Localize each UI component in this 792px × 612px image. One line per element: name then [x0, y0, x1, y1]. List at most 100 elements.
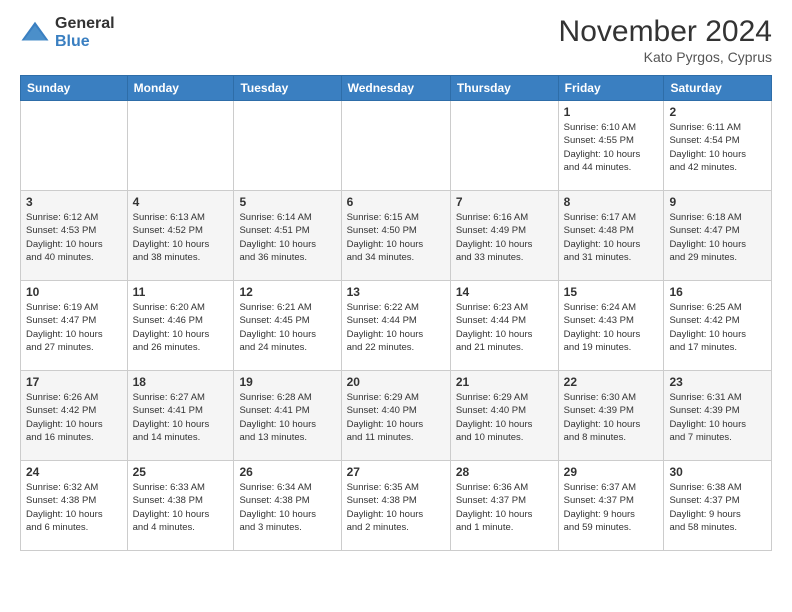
calendar-cell: 22Sunrise: 6:30 AM Sunset: 4:39 PM Dayli…	[558, 371, 664, 461]
day-number: 4	[133, 195, 229, 209]
calendar-cell: 27 Sunrise: 6:35 AM Sunset: 4:38 PM Dayli…	[341, 461, 450, 551]
calendar-cell: 1Sunrise: 6:10 AM Sunset: 4:55 PM Daylig…	[558, 101, 664, 191]
weekday-header: Tuesday	[234, 76, 341, 101]
day-number: 14	[456, 285, 553, 299]
day-number: 17	[26, 375, 122, 389]
day-info: Sunrise: 6:15 AM Sunset: 4:50 PM Dayligh…	[347, 211, 445, 264]
day-info: Sunrise: 6:10 AM Sunset: 4:55 PM Dayligh…	[564, 121, 659, 174]
weekday-header: Thursday	[450, 76, 558, 101]
calendar-cell: 30Sunrise: 6:38 AM Sunset: 4:37 PM Dayli…	[664, 461, 772, 551]
day-info: Sunrise: 6:17 AM Sunset: 4:48 PM Dayligh…	[564, 211, 659, 264]
calendar-wrapper: SundayMondayTuesdayWednesdayThursdayFrid…	[0, 75, 792, 561]
calendar-cell: 16Sunrise: 6:25 AM Sunset: 4:42 PM Dayli…	[664, 281, 772, 371]
calendar-cell: 25 Sunrise: 6:33 AM Sunset: 4:38 PM Dayli…	[127, 461, 234, 551]
calendar-cell: 11 Sunrise: 6:20 AM Sunset: 4:46 PM Dayli…	[127, 281, 234, 371]
calendar-cell: 26Sunrise: 6:34 AM Sunset: 4:38 PM Dayli…	[234, 461, 341, 551]
day-number: 11	[133, 285, 229, 299]
day-number: 21	[456, 375, 553, 389]
day-info: Sunrise: 6:29 AM Sunset: 4:40 PM Dayligh…	[347, 391, 445, 444]
calendar-week-row: 17 Sunrise: 6:26 AM Sunset: 4:42 PM Dayli…	[21, 371, 772, 461]
day-info: Sunrise: 6:29 AM Sunset: 4:40 PM Dayligh…	[456, 391, 553, 444]
day-info: Sunrise: 6:27 AM Sunset: 4:41 PM Dayligh…	[133, 391, 229, 444]
calendar-cell: 8 Sunrise: 6:17 AM Sunset: 4:48 PM Daylig…	[558, 191, 664, 281]
day-number: 25	[133, 465, 229, 479]
calendar-table: SundayMondayTuesdayWednesdayThursdayFrid…	[20, 75, 772, 551]
day-info: Sunrise: 6:18 AM Sunset: 4:47 PM Dayligh…	[669, 211, 766, 264]
calendar-cell: 9 Sunrise: 6:18 AM Sunset: 4:47 PM Daylig…	[664, 191, 772, 281]
day-number: 5	[239, 195, 335, 209]
day-info: Sunrise: 6:24 AM Sunset: 4:43 PM Dayligh…	[564, 301, 659, 354]
day-number: 20	[347, 375, 445, 389]
calendar-cell: 5Sunrise: 6:14 AM Sunset: 4:51 PM Daylig…	[234, 191, 341, 281]
calendar-cell	[450, 101, 558, 191]
weekday-header: Wednesday	[341, 76, 450, 101]
day-info: Sunrise: 6:22 AM Sunset: 4:44 PM Dayligh…	[347, 301, 445, 354]
day-info: Sunrise: 6:33 AM Sunset: 4:38 PM Dayligh…	[133, 481, 229, 534]
title-block: November 2024 Kato Pyrgos, Cyprus	[559, 15, 772, 65]
calendar-cell: 23Sunrise: 6:31 AM Sunset: 4:39 PM Dayli…	[664, 371, 772, 461]
day-number: 30	[669, 465, 766, 479]
calendar-week-row: 1Sunrise: 6:10 AM Sunset: 4:55 PM Daylig…	[21, 101, 772, 191]
day-info: Sunrise: 6:26 AM Sunset: 4:42 PM Dayligh…	[26, 391, 122, 444]
calendar-cell: 21 Sunrise: 6:29 AM Sunset: 4:40 PM Dayli…	[450, 371, 558, 461]
weekday-header: Sunday	[21, 76, 128, 101]
day-number: 9	[669, 195, 766, 209]
day-info: Sunrise: 6:28 AM Sunset: 4:41 PM Dayligh…	[239, 391, 335, 444]
calendar-cell: 18 Sunrise: 6:27 AM Sunset: 4:41 PM Dayli…	[127, 371, 234, 461]
calendar-cell: 15 Sunrise: 6:24 AM Sunset: 4:43 PM Dayli…	[558, 281, 664, 371]
calendar-cell: 7 Sunrise: 6:16 AM Sunset: 4:49 PM Daylig…	[450, 191, 558, 281]
calendar-cell	[341, 101, 450, 191]
calendar-cell: 20 Sunrise: 6:29 AM Sunset: 4:40 PM Dayli…	[341, 371, 450, 461]
day-info: Sunrise: 6:36 AM Sunset: 4:37 PM Dayligh…	[456, 481, 553, 534]
day-number: 27	[347, 465, 445, 479]
day-number: 29	[564, 465, 659, 479]
calendar-cell: 2 Sunrise: 6:11 AM Sunset: 4:54 PM Daylig…	[664, 101, 772, 191]
calendar-cell	[234, 101, 341, 191]
day-number: 26	[239, 465, 335, 479]
day-info: Sunrise: 6:12 AM Sunset: 4:53 PM Dayligh…	[26, 211, 122, 264]
calendar-header: SundayMondayTuesdayWednesdayThursdayFrid…	[21, 76, 772, 101]
day-number: 16	[669, 285, 766, 299]
location: Kato Pyrgos, Cyprus	[559, 49, 772, 65]
day-info: Sunrise: 6:31 AM Sunset: 4:39 PM Dayligh…	[669, 391, 766, 444]
logo-icon	[20, 18, 50, 48]
day-number: 7	[456, 195, 553, 209]
logo-general: General	[55, 15, 115, 33]
calendar-cell: 28Sunrise: 6:36 AM Sunset: 4:37 PM Dayli…	[450, 461, 558, 551]
day-info: Sunrise: 6:11 AM Sunset: 4:54 PM Dayligh…	[669, 121, 766, 174]
calendar-cell: 19 Sunrise: 6:28 AM Sunset: 4:41 PM Dayli…	[234, 371, 341, 461]
day-info: Sunrise: 6:13 AM Sunset: 4:52 PM Dayligh…	[133, 211, 229, 264]
weekday-header: Friday	[558, 76, 664, 101]
day-number: 10	[26, 285, 122, 299]
calendar-week-row: 10 Sunrise: 6:19 AM Sunset: 4:47 PM Dayli…	[21, 281, 772, 371]
calendar-cell: 13 Sunrise: 6:22 AM Sunset: 4:44 PM Dayli…	[341, 281, 450, 371]
calendar-cell: 14Sunrise: 6:23 AM Sunset: 4:44 PM Dayli…	[450, 281, 558, 371]
logo-blue: Blue	[55, 33, 115, 51]
calendar-cell: 12 Sunrise: 6:21 AM Sunset: 4:45 PM Dayli…	[234, 281, 341, 371]
day-info: Sunrise: 6:32 AM Sunset: 4:38 PM Dayligh…	[26, 481, 122, 534]
day-number: 15	[564, 285, 659, 299]
page-header: General Blue November 2024 Kato Pyrgos, …	[0, 0, 792, 75]
weekday-header: Monday	[127, 76, 234, 101]
calendar-week-row: 24 Sunrise: 6:32 AM Sunset: 4:38 PM Dayli…	[21, 461, 772, 551]
day-info: Sunrise: 6:19 AM Sunset: 4:47 PM Dayligh…	[26, 301, 122, 354]
calendar-cell: 4 Sunrise: 6:13 AM Sunset: 4:52 PM Daylig…	[127, 191, 234, 281]
calendar-cell: 29Sunrise: 6:37 AM Sunset: 4:37 PM Dayli…	[558, 461, 664, 551]
calendar-cell: 17 Sunrise: 6:26 AM Sunset: 4:42 PM Dayli…	[21, 371, 128, 461]
day-number: 8	[564, 195, 659, 209]
day-info: Sunrise: 6:20 AM Sunset: 4:46 PM Dayligh…	[133, 301, 229, 354]
calendar-week-row: 3Sunrise: 6:12 AM Sunset: 4:53 PM Daylig…	[21, 191, 772, 281]
day-number: 19	[239, 375, 335, 389]
logo: General Blue	[20, 15, 115, 50]
day-info: Sunrise: 6:35 AM Sunset: 4:38 PM Dayligh…	[347, 481, 445, 534]
calendar-cell	[127, 101, 234, 191]
weekday-row: SundayMondayTuesdayWednesdayThursdayFrid…	[21, 76, 772, 101]
day-number: 24	[26, 465, 122, 479]
day-info: Sunrise: 6:16 AM Sunset: 4:49 PM Dayligh…	[456, 211, 553, 264]
day-info: Sunrise: 6:21 AM Sunset: 4:45 PM Dayligh…	[239, 301, 335, 354]
day-number: 13	[347, 285, 445, 299]
day-number: 2	[669, 105, 766, 119]
calendar-body: 1Sunrise: 6:10 AM Sunset: 4:55 PM Daylig…	[21, 101, 772, 551]
day-number: 18	[133, 375, 229, 389]
day-number: 12	[239, 285, 335, 299]
